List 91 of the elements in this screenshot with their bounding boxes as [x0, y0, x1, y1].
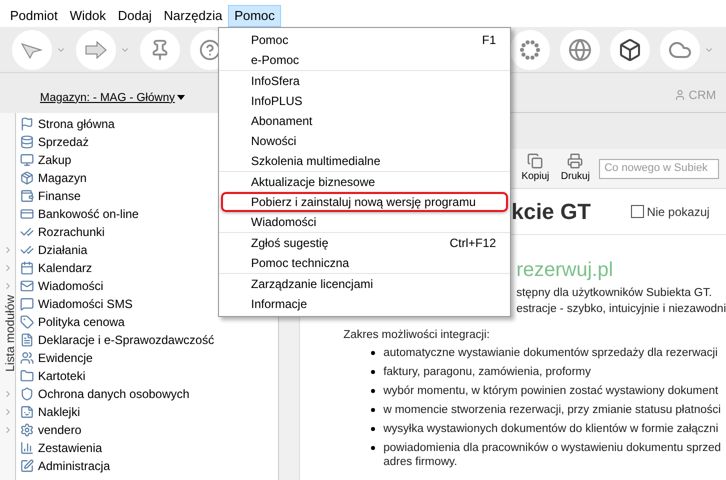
printer-icon	[567, 153, 584, 169]
sidebar-item[interactable]: Rozrachunki	[38, 223, 105, 241]
gear-icon	[20, 423, 34, 437]
menu-item[interactable]: Zarządzanie licencjami	[221, 274, 508, 294]
intro-text: stępny dla użytkowników Subiekta GT.	[516, 286, 713, 301]
document-icon	[20, 333, 34, 347]
sidebar-item[interactable]: Wiadomości SMS	[38, 295, 133, 313]
sidebar-item[interactable]: Bankowość on-line	[38, 205, 139, 223]
checkmark-icon	[20, 243, 34, 257]
sidebar-item[interactable]: Magazyn	[38, 169, 87, 187]
sidebar-item[interactable]: Strona główna	[38, 115, 115, 133]
toolbar-button[interactable]: Kopiuj	[517, 153, 554, 184]
page-title: kcie GT	[511, 198, 591, 226]
calendar-icon	[20, 261, 34, 275]
sticker-icon	[20, 405, 34, 419]
menu-bar-item[interactable]: Widok	[64, 5, 112, 27]
bullet-icon	[371, 408, 376, 412]
chart-icon	[20, 441, 34, 455]
menu-bar-item[interactable]: Pomoc	[228, 5, 281, 27]
menu-item[interactable]: Abonament	[221, 111, 508, 131]
edit-icon	[20, 459, 34, 473]
bullet-icon	[371, 351, 376, 356]
sidebar-item[interactable]: Zestawienia	[38, 439, 102, 457]
arrow-left-icon[interactable]	[12, 30, 52, 70]
sidebar-item[interactable]: Deklaracje i e-Sprawozdawczość	[38, 331, 214, 349]
bullet-icon	[371, 427, 376, 432]
cloud-icon[interactable]	[660, 30, 700, 70]
toolbar-button[interactable]: Drukuj	[557, 153, 594, 184]
package-icon	[20, 171, 34, 185]
menu-item[interactable]: Wiadomości	[221, 212, 508, 232]
list-item-text: faktury, paragonu, zamówienia, proformy	[383, 365, 592, 380]
shield-icon	[20, 387, 34, 401]
database-icon	[20, 135, 34, 149]
sidebar-item[interactable]: Finanse	[38, 187, 81, 205]
arrow-right-icon[interactable]	[76, 30, 116, 70]
sidebar-tab-label[interactable]: Lista modułów	[1, 295, 19, 372]
sidebar-item[interactable]: Zakup	[38, 151, 72, 169]
list-item-text: wysyłka wystawionych dokumentów do klientów w formie załączni	[383, 422, 720, 436]
menu-bar-item[interactable]: Podmiot	[4, 5, 64, 27]
menu-item[interactable]: Informacje	[221, 294, 508, 314]
sidebar-item[interactable]: vendero	[38, 421, 82, 439]
menu-item[interactable]: Pobierz i zainstaluj nową wersję programu	[221, 192, 508, 212]
list-title: Zakres możliwości integracji:	[343, 328, 491, 343]
globe-icon[interactable]	[560, 30, 600, 70]
sidebar-item[interactable]: Kartoteki	[38, 367, 86, 385]
envelope-icon	[20, 279, 34, 293]
sidebar-item[interactable]: Administracja	[38, 457, 110, 475]
folder-icon	[20, 369, 34, 383]
bullet-icon	[371, 370, 376, 374]
section-heading: rezerwuj.pl	[516, 258, 614, 283]
menu-item[interactable]: Zgłoś sugestię Ctrl+F12	[221, 233, 508, 253]
tag-icon	[20, 315, 34, 329]
bullet-icon	[371, 446, 376, 450]
loading-icon[interactable]	[510, 30, 550, 70]
sidebar-item[interactable]: Wiadomości	[38, 277, 104, 295]
menu-item[interactable]: InfoSfera	[221, 71, 508, 91]
bullet-icon	[371, 389, 376, 394]
person-icon	[674, 89, 686, 101]
wallet-icon	[20, 189, 34, 203]
menu-item[interactable]: Aktualizacje biznesowe	[221, 172, 508, 192]
card-icon	[20, 207, 34, 221]
menu-bar-item[interactable]: Narzędzia	[158, 5, 228, 27]
menu-item[interactable]: e-Pomoc	[221, 50, 508, 70]
checkbox[interactable]	[630, 205, 644, 218]
sidebar-item[interactable]: Ochrona danych osobowych	[38, 385, 190, 403]
menu-item[interactable]: InfoPLUS	[221, 91, 508, 111]
list-item-text: w momencie stworzenia rezerwacji, przy zmianie statusu płatności	[383, 403, 722, 418]
search-field[interactable]: Co nowego w Subiek	[599, 158, 720, 178]
people-icon	[20, 351, 34, 365]
list-item-text: powiadomienia dla pracowników o wystawieniu dokumentu sprzed adres firmowy.	[383, 441, 722, 470]
checkmark-icon	[20, 225, 34, 239]
menu-bar-item[interactable]: Dodaj	[112, 5, 158, 27]
sidebar-item[interactable]: Naklejki	[38, 403, 80, 421]
sidebar-item[interactable]: Działania	[38, 241, 88, 259]
monitor-icon	[20, 153, 34, 167]
menu-item[interactable]: Szkolenia multimedialne	[221, 151, 508, 171]
menu-item[interactable]: Pomoc F1	[221, 30, 508, 50]
checkbox-label: Nie pokazuj	[646, 204, 710, 220]
menu-item[interactable]: Nowości	[221, 131, 508, 151]
list-item-text: automatyczne wystawianie dokumentów sprzedaży dla rezerwacji	[383, 346, 719, 360]
dropdown-arrow-icon[interactable]	[176, 95, 185, 102]
sidebar-item[interactable]: Kalendarz	[38, 259, 92, 277]
copy-icon	[527, 153, 544, 169]
menu-item[interactable]: Pomoc techniczna	[221, 253, 508, 273]
message-icon	[20, 297, 34, 311]
cube-icon[interactable]	[610, 30, 650, 70]
list-item-text: wybór momentu, w którym powinien zostać wystawiony dokument	[383, 384, 720, 398]
intro-text: estracje - szybko, intuicyjnie i niezawodni	[516, 302, 726, 317]
sidebar-item[interactable]: Polityka cenowa	[38, 313, 125, 331]
sidebar-item[interactable]: Ewidencje	[38, 349, 93, 367]
sidebar-item[interactable]: Sprzedaż	[38, 133, 89, 151]
